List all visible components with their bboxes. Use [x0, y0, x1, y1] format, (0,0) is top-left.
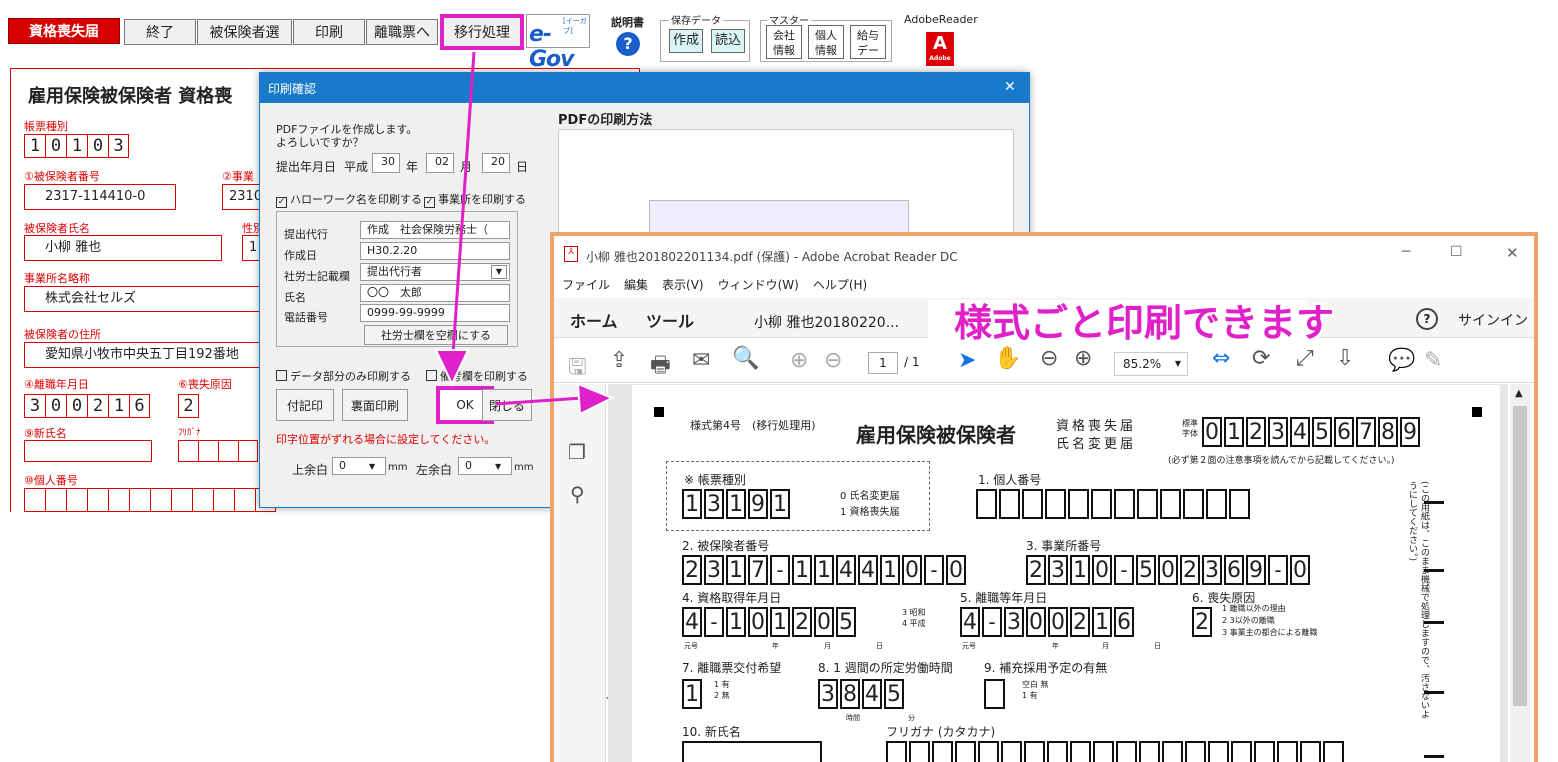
arrow-head-right	[576, 382, 615, 416]
arrow-head-down	[434, 349, 470, 387]
arrow-ok-to-pdf	[495, 396, 583, 406]
arrow-migration-to-ok	[450, 51, 476, 369]
annotation-arrows	[434, 51, 615, 416]
